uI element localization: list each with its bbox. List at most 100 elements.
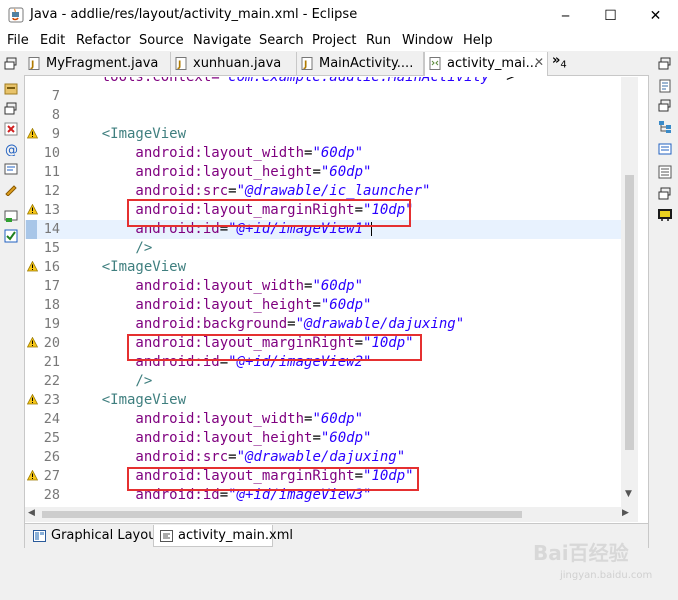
scroll-down-icon[interactable]: ▼ (625, 489, 632, 499)
horizontal-scrollbar[interactable]: ◀ ▶ (25, 507, 638, 522)
properties-icon[interactable] (658, 165, 672, 179)
tasks-icon[interactable] (4, 182, 18, 196)
watermark-url: jingyan.baidu.com (560, 570, 653, 581)
tab-myfragment-java[interactable]: J MyFragment.java (24, 52, 171, 75)
tab-overflow-button[interactable]: »4 (552, 53, 567, 71)
close-tab-icon[interactable]: ✕ (534, 55, 544, 69)
graphical-layout-icon (33, 530, 46, 542)
restore-view-icon[interactable] (4, 57, 18, 71)
menu-search[interactable]: Search (259, 33, 304, 48)
xml-file-icon (429, 57, 441, 70)
menu-run[interactable]: Run (366, 33, 391, 48)
menu-navigate[interactable]: Navigate (193, 33, 251, 48)
code-line[interactable]: 19 android:background="@drawable/dajuxin… (25, 315, 621, 334)
line-number: 23 (43, 392, 60, 408)
code-line[interactable]: 7 (25, 87, 621, 106)
tab-xunhuan-java[interactable]: J xunhuan.java (171, 52, 297, 75)
code-line[interactable]: 23 <ImageView (25, 391, 621, 410)
code-line[interactable]: 9 <ImageView (25, 125, 621, 144)
minimize-button[interactable]: ─ (543, 0, 588, 31)
menu-file[interactable]: File (7, 33, 29, 48)
menu-window[interactable]: Window (402, 33, 453, 48)
code-line[interactable]: 11 android:layout_height="60dp" (25, 163, 621, 182)
outline-icon[interactable] (658, 79, 672, 93)
tab-label: activity_main.xml (178, 528, 294, 543)
progress-icon[interactable] (4, 229, 18, 243)
android-device-icon[interactable] (657, 207, 673, 221)
line-number: 21 (43, 354, 60, 370)
line-number: 26 (43, 449, 60, 465)
code-line[interactable]: 26 android:src="@drawable/dajuxing" (25, 448, 621, 467)
code-text: /> (68, 240, 153, 256)
code-line[interactable]: 25 android:layout_height="60dp" (25, 429, 621, 448)
menu-source[interactable]: Source (139, 33, 184, 48)
line-number: 17 (43, 278, 60, 294)
horizontal-scroll-thumb[interactable] (42, 511, 522, 518)
svg-text:J: J (177, 60, 181, 70)
code-line[interactable]: tools:context="com.example.addlie.MainAc… (25, 77, 621, 87)
line-number: 14 (43, 221, 60, 237)
code-line[interactable]: 10 android:layout_width="60dp" (25, 144, 621, 163)
code-line[interactable]: 18 android:layout_height="60dp" (25, 296, 621, 315)
line-number: 13 (43, 202, 60, 218)
hierarchy-icon[interactable] (658, 120, 672, 134)
menu-help[interactable]: Help (463, 33, 493, 48)
package-explorer-icon[interactable] (4, 82, 18, 96)
title-bar: Java - addlie/res/layout/activity_main.x… (0, 0, 678, 31)
code-text: <ImageView (68, 126, 187, 142)
line-number: 22 (43, 373, 60, 389)
javadoc-icon[interactable]: @ (4, 142, 18, 156)
menu-edit[interactable]: Edit (40, 33, 65, 48)
line-number: 19 (43, 316, 60, 332)
vertical-scroll-thumb[interactable] (625, 175, 634, 450)
line-number: 10 (43, 145, 60, 161)
line-number: 15 (43, 240, 60, 256)
tab-mainactivity[interactable]: J MainActivity.... (297, 52, 424, 75)
line-number: 24 (43, 411, 60, 427)
vertical-scrollbar[interactable]: ▼ (621, 77, 638, 507)
close-window-button[interactable]: ✕ (633, 0, 678, 31)
restore-view-icon-2[interactable] (4, 102, 18, 116)
code-line[interactable]: 17 android:layout_width="60dp" (25, 277, 621, 296)
palette-icon[interactable] (658, 142, 672, 156)
code-line[interactable]: 22 /> (25, 372, 621, 391)
restore-view-icon-right-2[interactable] (658, 99, 672, 113)
line-number: 27 (43, 468, 60, 484)
right-trim-bar (652, 51, 678, 600)
close-icon: ✕ (649, 7, 662, 24)
restore-view-icon-right[interactable] (658, 57, 672, 71)
code-text: <ImageView (68, 392, 187, 408)
problems-icon[interactable] (4, 122, 18, 136)
code-text: <ImageView (68, 259, 187, 275)
code-line[interactable]: 16 <ImageView (25, 258, 621, 277)
menu-refactor[interactable]: Refactor (76, 33, 131, 48)
code-line[interactable]: 15 /> (25, 239, 621, 258)
menu-bar: File Edit Refactor Source Navigate Searc… (0, 31, 678, 51)
tab-xml-source[interactable]: activity_main.xml (153, 525, 293, 547)
svg-text:J: J (30, 60, 34, 70)
code-text: tools:context="com.example.addlie.MainAc… (68, 77, 515, 85)
minimize-icon: ─ (561, 8, 570, 23)
java-file-icon: J (28, 57, 40, 70)
tab-activity-main-xml[interactable]: activity_mai... ✕ (424, 52, 548, 76)
code-line[interactable]: 8 (25, 106, 621, 125)
maximize-button[interactable]: ☐ (588, 0, 633, 31)
line-number: 25 (43, 430, 60, 446)
menu-project[interactable]: Project (312, 33, 356, 48)
declaration-icon[interactable] (4, 162, 18, 176)
scroll-right-icon[interactable]: ▶ (622, 508, 629, 518)
code-text: android:layout_width="60dp" (68, 411, 364, 427)
restore-view-icon-right-3[interactable] (658, 187, 672, 201)
console-icon[interactable] (4, 209, 18, 223)
xml-source-icon (160, 530, 173, 542)
tab-label: xunhuan.java (193, 56, 282, 71)
highlight-box-imageview3 (127, 467, 419, 491)
scroll-left-icon[interactable]: ◀ (28, 508, 35, 518)
line-number: 28 (43, 487, 60, 503)
code-line[interactable]: 24 android:layout_width="60dp" (25, 410, 621, 429)
left-trim-bar: @ (0, 51, 22, 600)
tab-graphical-layout[interactable]: Graphical Layout (27, 525, 162, 547)
svg-text:@: @ (5, 143, 18, 156)
line-number: 11 (43, 164, 60, 180)
code-editor[interactable]: tools:context="com.example.addlie.MainAc… (25, 77, 621, 507)
